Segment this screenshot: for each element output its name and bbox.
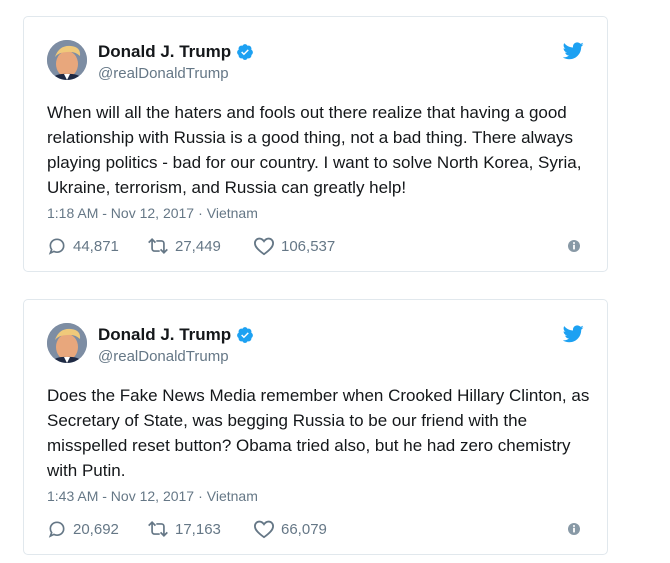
info-circle-icon[interactable] (567, 522, 581, 536)
twitter-bird-icon[interactable] (563, 42, 584, 60)
avatar-image (47, 40, 87, 80)
tweet-text: Does the Fake News Media remember when C… (47, 386, 590, 480)
like-count: 66,079 (281, 520, 327, 538)
retweet-arrows-icon (148, 238, 168, 254)
heart-icon (253, 520, 275, 539)
author-name-row[interactable]: Donald J. Trump (98, 41, 254, 63)
reply-count: 20,692 (73, 520, 119, 538)
retweet-button[interactable]: 17,163 (147, 519, 235, 539)
speech-bubble-icon (48, 521, 65, 538)
avatar-image (47, 323, 87, 363)
author-handle[interactable]: @realDonaldTrump (98, 347, 229, 367)
twitter-bird-icon[interactable] (563, 325, 584, 343)
author-display-name[interactable]: Donald J. Trump (98, 41, 231, 63)
meta-separator: · (198, 488, 203, 504)
author-handle[interactable]: @realDonaldTrump (98, 64, 229, 84)
retweet-arrows-icon (148, 521, 168, 537)
verified-badge-icon (236, 326, 254, 344)
tweet-meta: 1:18 AM - Nov 12, 2017 · Vietnam (47, 203, 258, 223)
tweet-card[interactable]: Donald J. Trump @realDonaldTrump When wi… (23, 16, 608, 272)
reply-button[interactable]: 44,871 (47, 236, 129, 256)
speech-bubble-icon (48, 238, 65, 255)
avatar[interactable] (47, 323, 87, 363)
reply-count: 44,871 (73, 237, 119, 255)
tweet-actions: 20,692 17,163 66,079 (47, 518, 345, 540)
author-display-name[interactable]: Donald J. Trump (98, 324, 231, 346)
heart-icon (253, 237, 275, 256)
like-count: 106,537 (281, 237, 336, 255)
like-button[interactable]: 106,537 (253, 236, 335, 256)
tweet-timestamp[interactable]: 1:18 AM - Nov 12, 2017 (47, 205, 194, 221)
author-name-row[interactable]: Donald J. Trump (98, 324, 254, 346)
avatar[interactable] (47, 40, 87, 80)
reply-button[interactable]: 20,692 (47, 519, 129, 539)
like-button[interactable]: 66,079 (253, 519, 327, 539)
info-circle-icon[interactable] (567, 239, 581, 253)
tweet-actions: 44,871 27,449 106,537 (47, 235, 353, 257)
tweet-meta: 1:43 AM - Nov 12, 2017 · Vietnam (47, 486, 258, 506)
retweet-count: 17,163 (175, 520, 221, 538)
tweet-timestamp[interactable]: 1:43 AM - Nov 12, 2017 (47, 488, 194, 504)
tweet-text: When will all the haters and fools out t… (47, 103, 582, 197)
meta-separator: · (198, 205, 203, 221)
verified-badge-icon (236, 43, 254, 61)
retweet-button[interactable]: 27,449 (147, 236, 235, 256)
tweet-card[interactable]: Donald J. Trump @realDonaldTrump Does th… (23, 299, 608, 555)
tweet-location[interactable]: Vietnam (207, 488, 258, 504)
retweet-count: 27,449 (175, 237, 221, 255)
tweet-location[interactable]: Vietnam (207, 205, 258, 221)
